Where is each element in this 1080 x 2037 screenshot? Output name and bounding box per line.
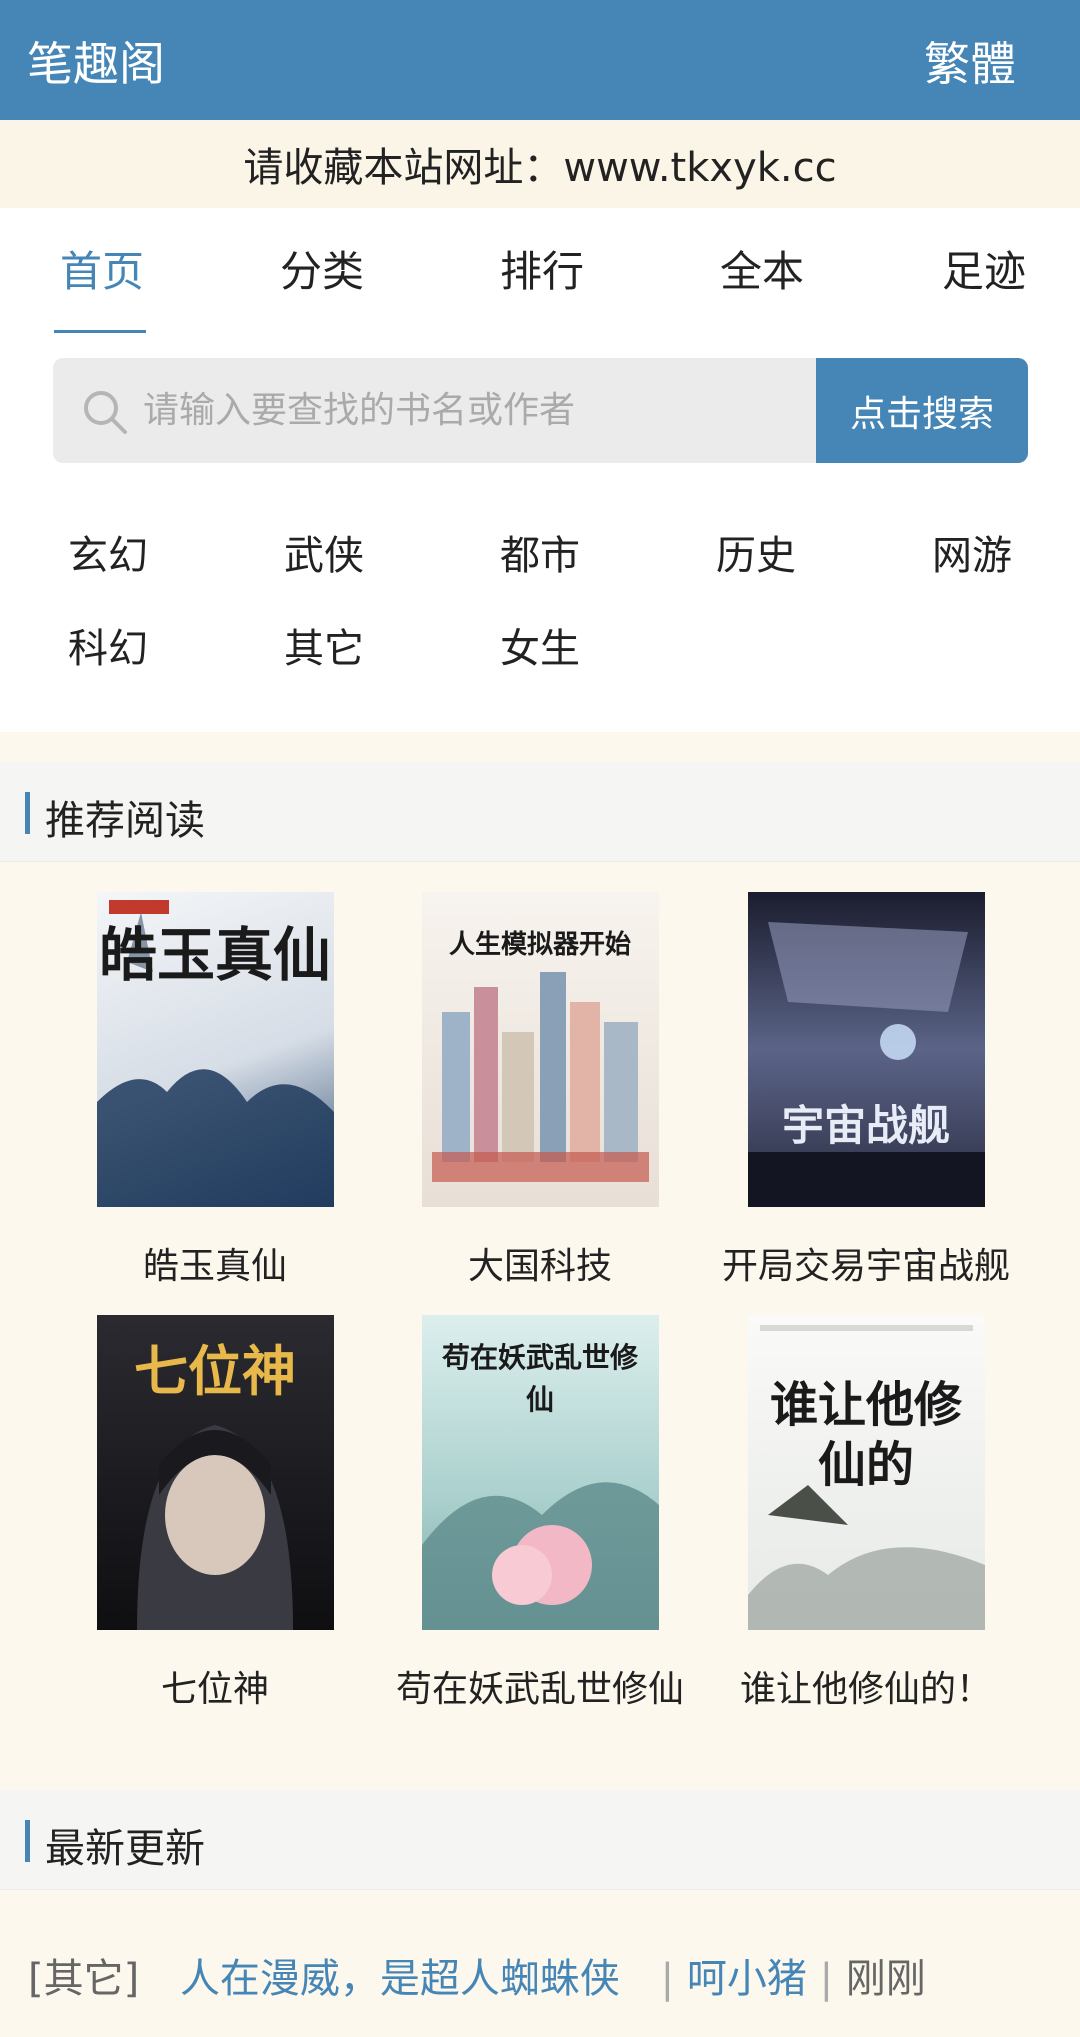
book-cover[interactable]: 宇宙战舰 [747,892,985,1207]
book-title[interactable]: 大国科技 [390,1237,690,1289]
search-icon [84,391,127,434]
search-input[interactable] [143,358,863,463]
book-title[interactable]: 苟在妖武乱世修仙 [390,1660,690,1712]
cover-title-text: 人生模拟器开始 [448,930,631,960]
update-book-link[interactable]: 人在漫威，是超人蜘蛛侠 [180,1956,620,2002]
update-category-tag[interactable]: [其它] [28,1956,139,2002]
nav-complete[interactable]: 全本 [720,238,804,299]
book-title[interactable]: 开局交易宇宙战舰 [716,1237,1016,1289]
section-accent-bar [25,1820,30,1862]
latest-title: 最新更新 [45,1826,205,1872]
book-title[interactable]: 七位神 [65,1660,365,1712]
bookmark-notice: 请收藏本站网址：www.tkxyk.cc [0,120,1080,208]
book-cover[interactable]: 人生模拟器开始 [421,892,659,1207]
recommend-title: 推荐阅读 [45,798,205,844]
category-xuanhuan[interactable]: 玄幻 [68,523,148,581]
book-cover[interactable]: 谁让他修仙的 [747,1315,985,1630]
category-lishi[interactable]: 历史 [716,523,796,581]
cover-art [747,922,985,1207]
search-button[interactable]: 点击搜索 [816,358,1028,463]
update-time: 刚刚 [845,1956,926,2002]
main-nav: 首页 分类 排行 全本 足迹 [0,238,1080,333]
cover-title-text: 宇宙战舰 [781,1101,950,1150]
category-nvsheng[interactable]: 女生 [500,616,580,674]
book-card[interactable]: 谁让他修仙的 谁让他修仙的！ [716,1315,1016,1712]
top-bar: 笔趣阁 繁體 [0,0,1080,120]
book-card[interactable]: 宇宙战舰 开局交易宇宙战舰 [716,892,1016,1289]
book-card[interactable]: 人生模拟器开始 大国科技 [390,892,690,1289]
search-bar: 点击搜索 [53,358,1028,463]
latest-update-item: [其它] 人在漫威，是超人蜘蛛侠 | 呵小猪 | 刚刚 [28,1946,926,2004]
traditional-chinese-toggle[interactable]: 繁體 [924,28,1016,94]
category-kehuan[interactable]: 科幻 [68,616,148,674]
update-author-link[interactable]: 呵小猪 [687,1956,807,2002]
nav-category[interactable]: 分类 [280,238,364,299]
main-panel: 首页 分类 排行 全本 足迹 点击搜索 玄幻 武侠 都市 历史 网游 科幻 其它… [0,208,1080,732]
latest-section-header: 最新更新 [0,1790,1080,1890]
nav-history[interactable]: 足迹 [942,238,1026,299]
separator: | [819,1956,834,2002]
book-card[interactable]: 皓玉真仙 皓玉真仙 [65,892,365,1289]
separator: | [660,1956,675,2002]
book-title[interactable]: 皓玉真仙 [65,1237,365,1289]
book-card[interactable]: 苟在妖武乱世修仙 苟在妖武乱世修仙 [390,1315,690,1712]
active-tab-indicator [54,330,146,333]
cover-title-text: 皓玉真仙 [98,921,331,989]
cover-title-text: 苟在妖武乱世修仙 [441,1341,638,1416]
nav-ranking[interactable]: 排行 [500,238,584,299]
category-dushi[interactable]: 都市 [500,523,580,581]
book-cover[interactable]: 七位神 [96,1315,334,1630]
book-cover[interactable]: 苟在妖武乱世修仙 [421,1315,659,1630]
section-accent-bar [25,792,30,834]
site-logo[interactable]: 笔趣阁 [27,28,165,94]
cover-title-text: 谁让他修仙的 [769,1377,962,1493]
recommend-section-header: 推荐阅读 [0,762,1080,862]
category-qita[interactable]: 其它 [284,616,364,674]
nav-home[interactable]: 首页 [60,238,144,299]
cover-title-text: 七位神 [134,1339,296,1403]
category-wangyou[interactable]: 网游 [932,523,1012,581]
category-wuxia[interactable]: 武侠 [284,523,364,581]
book-title[interactable]: 谁让他修仙的！ [716,1660,1016,1712]
book-card[interactable]: 七位神 七位神 [65,1315,365,1712]
book-cover[interactable]: 皓玉真仙 [96,892,334,1207]
